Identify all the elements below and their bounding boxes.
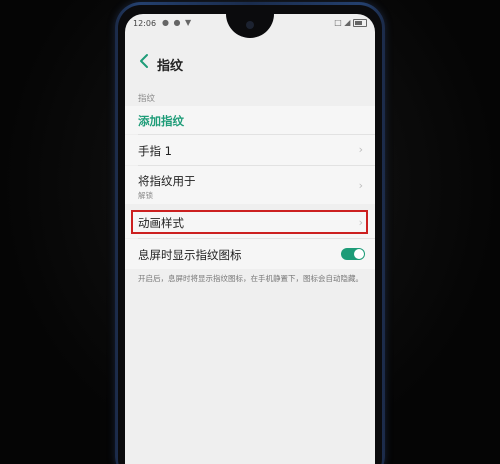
chevron-left-icon[interactable]	[137, 52, 153, 70]
add-fingerprint-label: 添加指纹	[138, 114, 184, 128]
section-label: 指纹	[138, 94, 156, 104]
use-fingerprint-for-sub: 解锁	[138, 191, 153, 200]
use-fingerprint-for-row[interactable]: 将指纹用于 解锁 ›	[125, 166, 375, 204]
status-time: 12:06	[133, 19, 157, 28]
phone-screen: 12:06 ● ● ▼ □ ◢ 指纹 指纹 添加指纹 手指 1 › 将指纹用于 …	[125, 14, 375, 464]
toggle-knob	[354, 249, 364, 259]
stage: 12:06 ● ● ▼ □ ◢ 指纹 指纹 添加指纹 手指 1 › 将指纹用于 …	[0, 0, 500, 464]
status-right-icon-glyphs: □ ◢	[334, 18, 351, 27]
phone-bezel: 12:06 ● ● ▼ □ ◢ 指纹 指纹 添加指纹 手指 1 › 将指纹用于 …	[118, 5, 382, 464]
status-right-icons: □ ◢	[334, 18, 367, 27]
notch	[226, 14, 274, 38]
chevron-right-icon: ›	[358, 179, 363, 192]
phone-frame: 12:06 ● ● ▼ □ ◢ 指纹 指纹 添加指纹 手指 1 › 将指纹用于 …	[115, 2, 385, 464]
finger-1-label: 手指 1	[138, 144, 172, 158]
page-title: 指纹	[157, 59, 184, 74]
screen-off-icon-row: 息屏时显示指纹图标	[125, 239, 375, 269]
front-camera	[246, 21, 254, 29]
battery-icon	[353, 18, 367, 27]
description-text: 开启后，息屏时将显示指纹图标，在手机静置下，图标会自动隐藏。	[138, 274, 363, 283]
screen-off-icon-toggle[interactable]	[341, 248, 365, 260]
finger-1-row[interactable]: 手指 1 ›	[125, 135, 375, 165]
status-left-icons: ● ● ▼	[162, 18, 193, 27]
add-fingerprint-row[interactable]: 添加指纹	[125, 106, 375, 134]
screen-off-icon-label: 息屏时显示指纹图标	[138, 248, 242, 262]
page-header: 指纹	[125, 44, 375, 80]
highlight-annotation-box	[131, 210, 368, 234]
chevron-right-icon: ›	[358, 143, 363, 156]
use-fingerprint-for-label: 将指纹用于	[138, 174, 196, 188]
